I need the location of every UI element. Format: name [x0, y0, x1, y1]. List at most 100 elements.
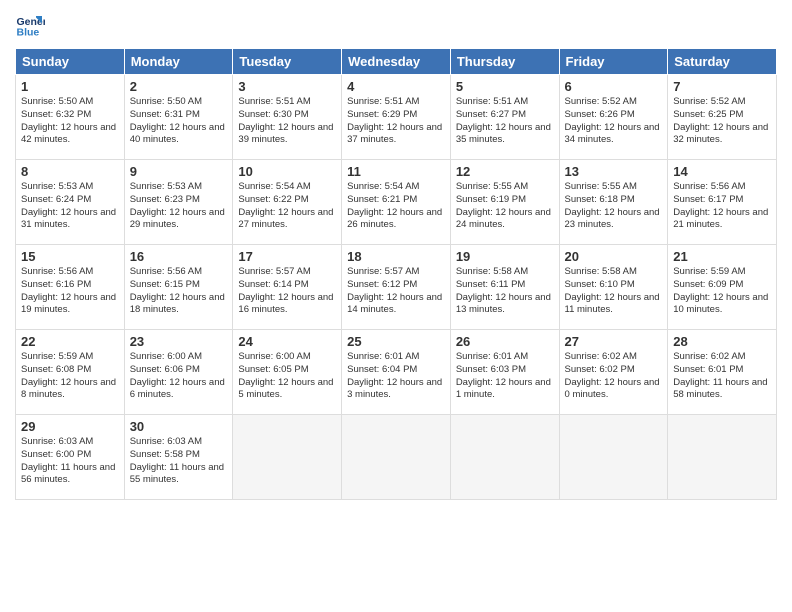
day-info: Sunrise: 5:52 AMSunset: 6:26 PMDaylight:…	[565, 96, 663, 147]
day-number: 14	[673, 164, 771, 179]
calendar-cell: 21 Sunrise: 5:59 AMSunset: 6:09 PMDaylig…	[668, 245, 777, 330]
calendar-cell	[233, 415, 342, 500]
day-info: Sunrise: 6:02 AMSunset: 6:02 PMDaylight:…	[565, 351, 663, 402]
day-number: 2	[130, 79, 228, 94]
day-info: Sunrise: 5:53 AMSunset: 6:24 PMDaylight:…	[21, 181, 119, 232]
calendar-cell: 7 Sunrise: 5:52 AMSunset: 6:25 PMDayligh…	[668, 75, 777, 160]
calendar-table: SundayMondayTuesdayWednesdayThursdayFrid…	[15, 48, 777, 500]
calendar-cell: 30 Sunrise: 6:03 AMSunset: 5:58 PMDaylig…	[124, 415, 233, 500]
day-headers: SundayMondayTuesdayWednesdayThursdayFrid…	[16, 49, 777, 75]
day-info: Sunrise: 6:00 AMSunset: 6:05 PMDaylight:…	[238, 351, 336, 402]
week-row-3: 15 Sunrise: 5:56 AMSunset: 6:16 PMDaylig…	[16, 245, 777, 330]
day-info: Sunrise: 6:03 AMSunset: 5:58 PMDaylight:…	[130, 436, 228, 487]
week-row-4: 22 Sunrise: 5:59 AMSunset: 6:08 PMDaylig…	[16, 330, 777, 415]
day-info: Sunrise: 5:54 AMSunset: 6:22 PMDaylight:…	[238, 181, 336, 232]
header: General Blue	[15, 10, 777, 40]
day-header-sunday: Sunday	[16, 49, 125, 75]
day-info: Sunrise: 5:52 AMSunset: 6:25 PMDaylight:…	[673, 96, 771, 147]
calendar-container: General Blue SundayMondayTuesdayWednesda…	[0, 0, 792, 510]
day-number: 29	[21, 419, 119, 434]
day-header-friday: Friday	[559, 49, 668, 75]
day-info: Sunrise: 5:59 AMSunset: 6:08 PMDaylight:…	[21, 351, 119, 402]
day-number: 18	[347, 249, 445, 264]
day-info: Sunrise: 6:01 AMSunset: 6:04 PMDaylight:…	[347, 351, 445, 402]
day-number: 1	[21, 79, 119, 94]
calendar-cell: 22 Sunrise: 5:59 AMSunset: 6:08 PMDaylig…	[16, 330, 125, 415]
day-number: 4	[347, 79, 445, 94]
calendar-cell	[450, 415, 559, 500]
calendar-cell: 27 Sunrise: 6:02 AMSunset: 6:02 PMDaylig…	[559, 330, 668, 415]
calendar-cell: 17 Sunrise: 5:57 AMSunset: 6:14 PMDaylig…	[233, 245, 342, 330]
day-number: 17	[238, 249, 336, 264]
day-number: 26	[456, 334, 554, 349]
day-number: 23	[130, 334, 228, 349]
calendar-cell	[668, 415, 777, 500]
day-info: Sunrise: 5:54 AMSunset: 6:21 PMDaylight:…	[347, 181, 445, 232]
calendar-cell: 16 Sunrise: 5:56 AMSunset: 6:15 PMDaylig…	[124, 245, 233, 330]
day-info: Sunrise: 5:58 AMSunset: 6:11 PMDaylight:…	[456, 266, 554, 317]
day-info: Sunrise: 5:51 AMSunset: 6:30 PMDaylight:…	[238, 96, 336, 147]
calendar-cell: 8 Sunrise: 5:53 AMSunset: 6:24 PMDayligh…	[16, 160, 125, 245]
calendar-cell: 25 Sunrise: 6:01 AMSunset: 6:04 PMDaylig…	[342, 330, 451, 415]
day-info: Sunrise: 5:53 AMSunset: 6:23 PMDaylight:…	[130, 181, 228, 232]
day-info: Sunrise: 5:55 AMSunset: 6:18 PMDaylight:…	[565, 181, 663, 232]
svg-text:Blue: Blue	[17, 27, 40, 39]
day-info: Sunrise: 5:59 AMSunset: 6:09 PMDaylight:…	[673, 266, 771, 317]
calendar-cell: 2 Sunrise: 5:50 AMSunset: 6:31 PMDayligh…	[124, 75, 233, 160]
day-number: 30	[130, 419, 228, 434]
day-info: Sunrise: 6:03 AMSunset: 6:00 PMDaylight:…	[21, 436, 119, 487]
calendar-cell: 20 Sunrise: 5:58 AMSunset: 6:10 PMDaylig…	[559, 245, 668, 330]
day-number: 27	[565, 334, 663, 349]
calendar-cell: 24 Sunrise: 6:00 AMSunset: 6:05 PMDaylig…	[233, 330, 342, 415]
day-number: 19	[456, 249, 554, 264]
calendar-cell: 1 Sunrise: 5:50 AMSunset: 6:32 PMDayligh…	[16, 75, 125, 160]
day-number: 22	[21, 334, 119, 349]
day-info: Sunrise: 5:56 AMSunset: 6:16 PMDaylight:…	[21, 266, 119, 317]
day-header-saturday: Saturday	[668, 49, 777, 75]
week-row-2: 8 Sunrise: 5:53 AMSunset: 6:24 PMDayligh…	[16, 160, 777, 245]
calendar-cell: 5 Sunrise: 5:51 AMSunset: 6:27 PMDayligh…	[450, 75, 559, 160]
day-info: Sunrise: 6:00 AMSunset: 6:06 PMDaylight:…	[130, 351, 228, 402]
day-info: Sunrise: 5:57 AMSunset: 6:12 PMDaylight:…	[347, 266, 445, 317]
calendar-cell: 4 Sunrise: 5:51 AMSunset: 6:29 PMDayligh…	[342, 75, 451, 160]
day-number: 10	[238, 164, 336, 179]
day-number: 12	[456, 164, 554, 179]
calendar-cell: 26 Sunrise: 6:01 AMSunset: 6:03 PMDaylig…	[450, 330, 559, 415]
calendar-cell: 3 Sunrise: 5:51 AMSunset: 6:30 PMDayligh…	[233, 75, 342, 160]
day-number: 6	[565, 79, 663, 94]
day-header-wednesday: Wednesday	[342, 49, 451, 75]
calendar-cell: 11 Sunrise: 5:54 AMSunset: 6:21 PMDaylig…	[342, 160, 451, 245]
calendar-cell: 18 Sunrise: 5:57 AMSunset: 6:12 PMDaylig…	[342, 245, 451, 330]
day-number: 24	[238, 334, 336, 349]
calendar-cell: 12 Sunrise: 5:55 AMSunset: 6:19 PMDaylig…	[450, 160, 559, 245]
day-number: 16	[130, 249, 228, 264]
calendar-cell: 28 Sunrise: 6:02 AMSunset: 6:01 PMDaylig…	[668, 330, 777, 415]
day-header-thursday: Thursday	[450, 49, 559, 75]
calendar-cell: 23 Sunrise: 6:00 AMSunset: 6:06 PMDaylig…	[124, 330, 233, 415]
calendar-cell: 19 Sunrise: 5:58 AMSunset: 6:11 PMDaylig…	[450, 245, 559, 330]
day-info: Sunrise: 5:56 AMSunset: 6:15 PMDaylight:…	[130, 266, 228, 317]
day-info: Sunrise: 5:51 AMSunset: 6:27 PMDaylight:…	[456, 96, 554, 147]
day-number: 5	[456, 79, 554, 94]
week-row-5: 29 Sunrise: 6:03 AMSunset: 6:00 PMDaylig…	[16, 415, 777, 500]
day-number: 11	[347, 164, 445, 179]
calendar-cell: 13 Sunrise: 5:55 AMSunset: 6:18 PMDaylig…	[559, 160, 668, 245]
day-info: Sunrise: 6:01 AMSunset: 6:03 PMDaylight:…	[456, 351, 554, 402]
day-number: 21	[673, 249, 771, 264]
day-number: 20	[565, 249, 663, 264]
day-info: Sunrise: 5:51 AMSunset: 6:29 PMDaylight:…	[347, 96, 445, 147]
day-number: 25	[347, 334, 445, 349]
day-number: 9	[130, 164, 228, 179]
calendar-cell: 9 Sunrise: 5:53 AMSunset: 6:23 PMDayligh…	[124, 160, 233, 245]
day-number: 15	[21, 249, 119, 264]
day-number: 7	[673, 79, 771, 94]
calendar-cell: 10 Sunrise: 5:54 AMSunset: 6:22 PMDaylig…	[233, 160, 342, 245]
day-number: 8	[21, 164, 119, 179]
day-info: Sunrise: 5:55 AMSunset: 6:19 PMDaylight:…	[456, 181, 554, 232]
day-header-tuesday: Tuesday	[233, 49, 342, 75]
logo: General Blue	[15, 10, 49, 40]
calendar-cell: 6 Sunrise: 5:52 AMSunset: 6:26 PMDayligh…	[559, 75, 668, 160]
week-row-1: 1 Sunrise: 5:50 AMSunset: 6:32 PMDayligh…	[16, 75, 777, 160]
calendar-cell: 15 Sunrise: 5:56 AMSunset: 6:16 PMDaylig…	[16, 245, 125, 330]
day-number: 28	[673, 334, 771, 349]
